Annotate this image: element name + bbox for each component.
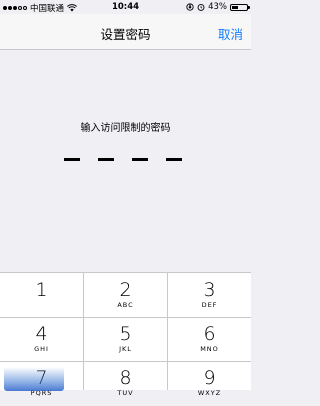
key-digit: 4 [35, 323, 48, 345]
keypad-key-3[interactable]: 3 DEF [168, 274, 251, 318]
cancel-button[interactable]: 取消 [218, 24, 243, 43]
key-digit: 9 [203, 367, 216, 389]
keypad-key-4[interactable]: 4 GHI [0, 318, 83, 362]
keypad-key-1[interactable]: 1 [0, 274, 83, 318]
key-letters: DEF [201, 301, 218, 309]
numeric-keypad: 1 2 ABC 3 DEF 4 GHI 5 JKL 6 MNO 7 PQRS 8 TUV 9 WXYZ [0, 272, 251, 397]
passcode-slot [166, 158, 182, 161]
key-letters: WXYZ [197, 389, 222, 397]
key-letters: PQRS [30, 389, 53, 397]
passcode-slot [98, 158, 114, 161]
keypad-key-2[interactable]: 2 ABC [84, 274, 167, 318]
keypad-key-8[interactable]: 8 TUV [84, 362, 167, 406]
key-letters: MNO [200, 345, 219, 353]
keypad-key-9[interactable]: 9 WXYZ [168, 362, 251, 406]
key-digit: 8 [119, 367, 132, 389]
key-digit: 1 [35, 279, 48, 301]
key-letters: TUV [117, 389, 134, 397]
passcode-prompt: 输入访问限制的密码 [80, 123, 171, 134]
keypad-key-6[interactable]: 6 MNO [168, 318, 251, 362]
battery-level-fill [232, 5, 239, 9]
key-digit: 5 [119, 323, 132, 345]
page-title: 设置密码 [100, 27, 151, 42]
orientation-lock-icon [186, 3, 194, 11]
key-letters: GHI [34, 345, 49, 353]
key-letters: ABC [117, 301, 134, 309]
keypad-key-5[interactable]: 5 JKL [84, 318, 167, 362]
passcode-slot [64, 158, 80, 161]
key-digit: 7 [35, 367, 48, 389]
keypad-key-7[interactable]: 7 PQRS [0, 362, 83, 406]
navigation-bar: 设置密码 取消 [0, 14, 251, 50]
status-bar-right: 43% [186, 2, 250, 12]
alarm-clock-icon [197, 3, 205, 11]
key-digit: 6 [203, 323, 216, 345]
key-letters: JKL [119, 345, 132, 353]
passcode-entry-field[interactable] [64, 158, 182, 162]
status-bar: 中国联通 10:44 43% [0, 0, 251, 14]
passcode-slot [132, 158, 148, 161]
key-digit: 2 [119, 279, 132, 301]
key-digit: 3 [203, 279, 216, 301]
battery-percent: 43% [208, 2, 227, 12]
battery-icon [230, 3, 250, 11]
